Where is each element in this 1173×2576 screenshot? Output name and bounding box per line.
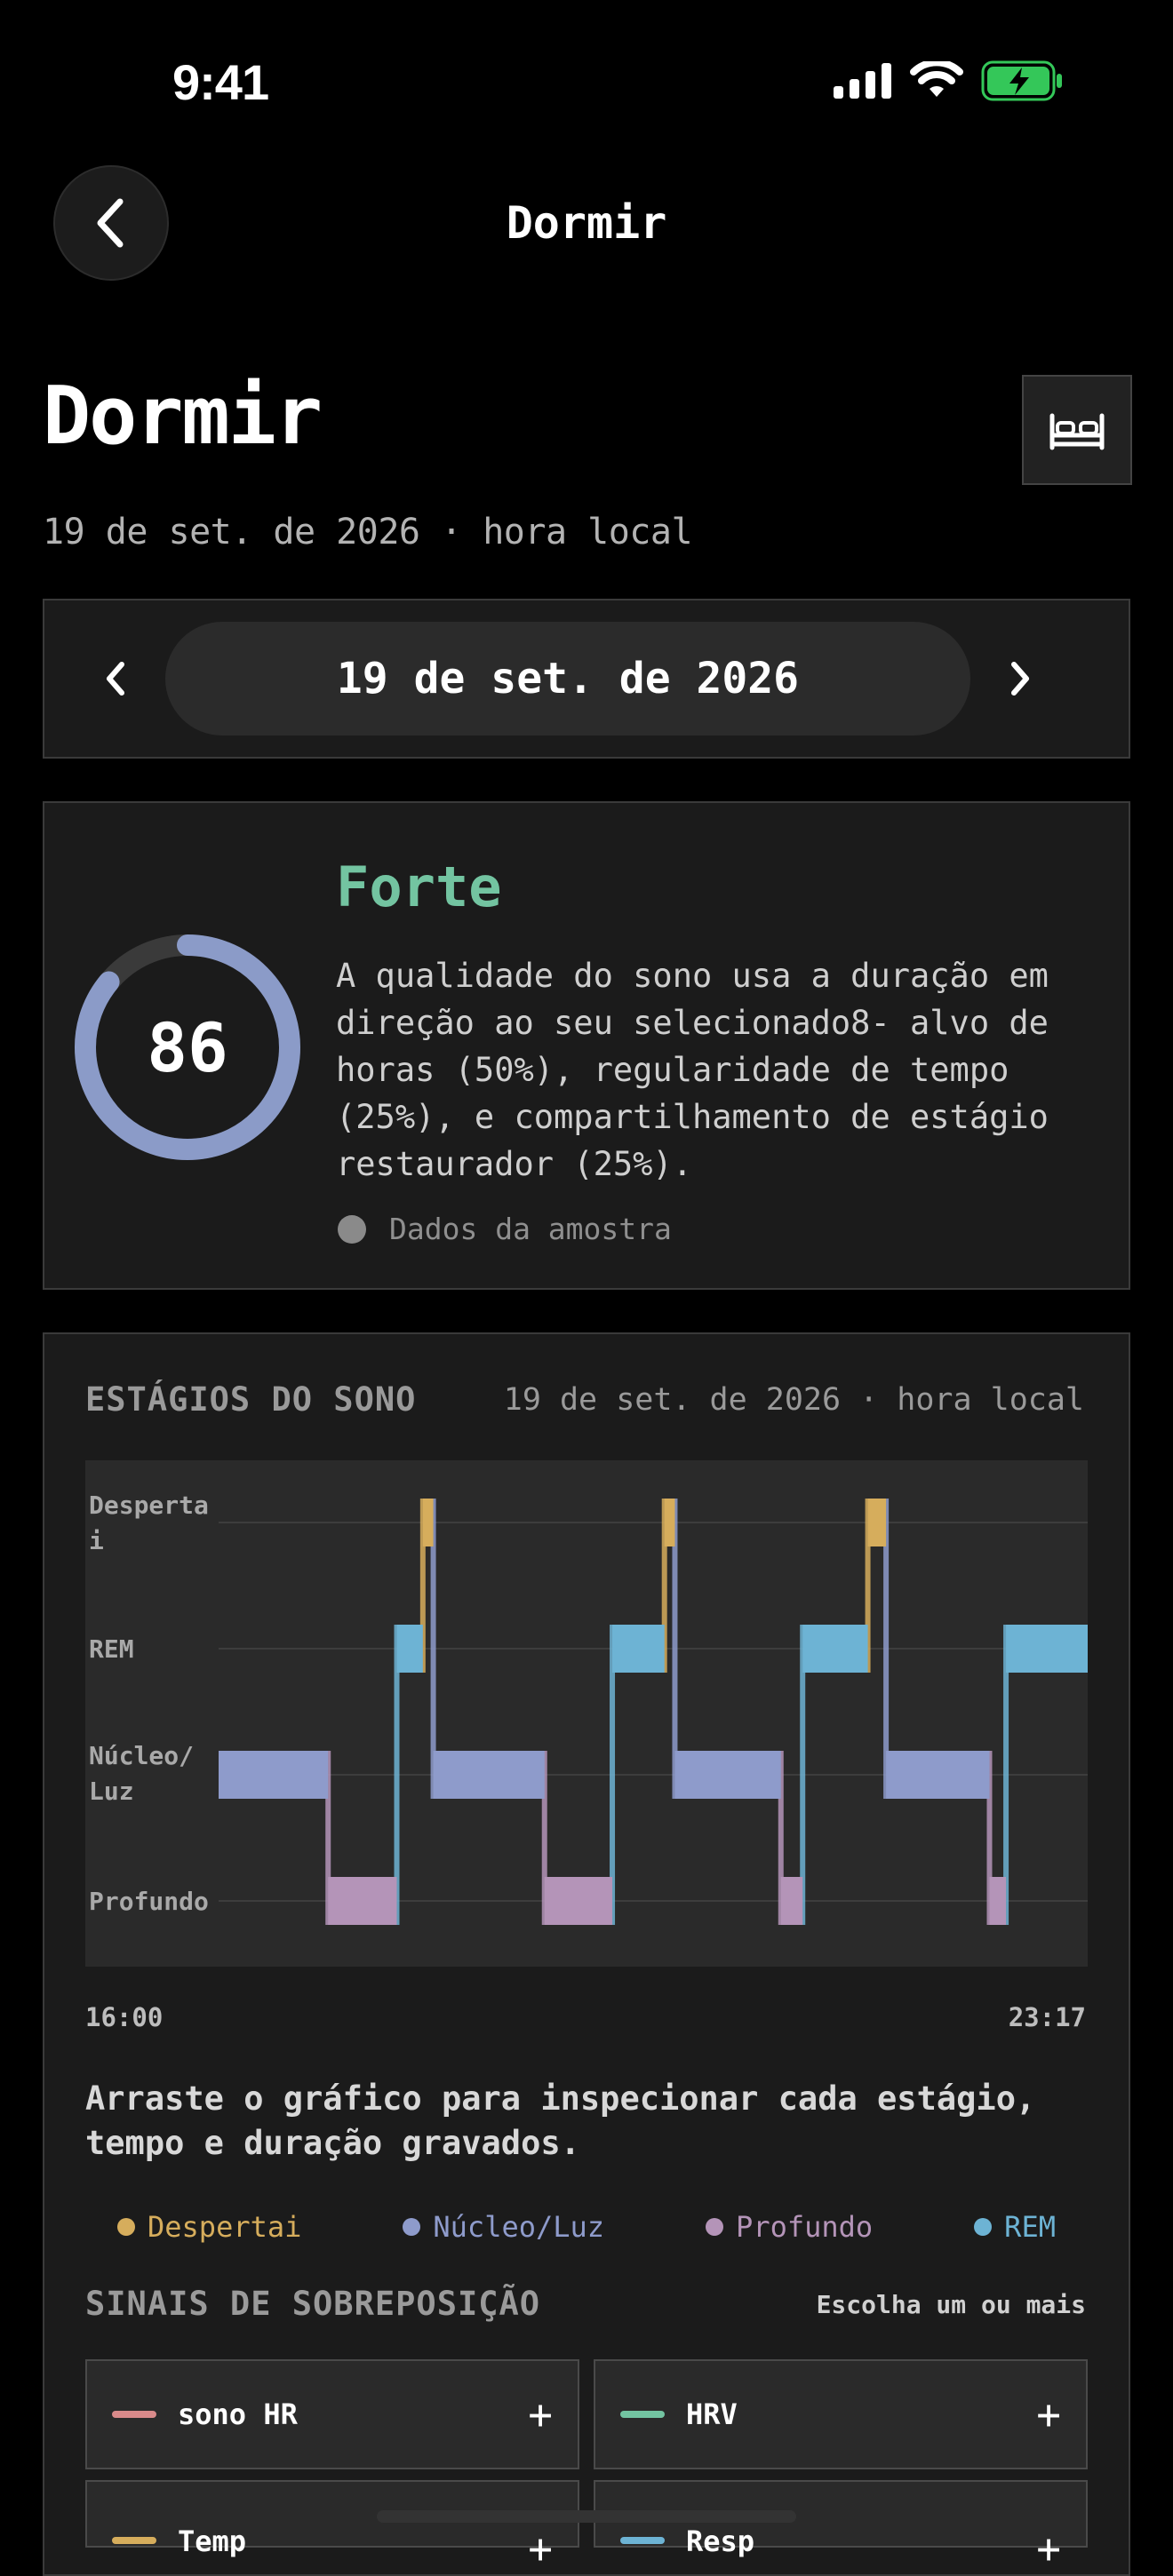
chart-hint: Arraste o gráfico para inspecionar cada … [85,2079,1036,2162]
chart-row-label: Profundo [89,1887,209,1916]
plus-icon: + [528,2524,553,2572]
stage-segment-nucleo-luz [219,1751,329,1799]
overlay-signals-title: SINAIS DE SOBREPOSIÇÃO [85,2285,541,2323]
legend-label: Profundo [736,2210,874,2244]
score-value: 86 [147,1007,228,1087]
legend-item-profundo: Profundo [706,2210,873,2244]
sleep-stages-title: ESTÁGIOS DO SONO [85,1380,417,1419]
chart-legend: Despertai Núcleo/Luz Profundo REM [85,2210,1088,2244]
legend-label: REM [1004,2210,1056,2244]
page-title: Dormir [43,370,323,463]
stage-segment-nucleo-luz [674,1751,781,1799]
stage-segment-profundo [780,1877,803,1925]
chevron-right-icon [1011,662,1029,696]
signal-color-line [112,2411,156,2418]
status-icons [834,60,1065,101]
signal-label: sono HR [178,2397,298,2431]
stage-segment-rem [612,1625,665,1673]
home-indicator[interactable] [377,2510,796,2523]
legend-item-nucleo-luz: Núcleo/Luz [403,2210,604,2244]
overlay-signals-hint: Escolha um ou mais [816,2290,1086,2319]
stage-segment-nucleo-luz [433,1751,545,1799]
page-subtitle: 19 de set. de 2026 · hora local [43,512,693,553]
stage-segment-nucleo-luz [886,1751,990,1799]
legend-dot [706,2218,724,2236]
stage-segment-rem [802,1625,868,1673]
score-description: A qualidade do sono usa a duração em dir… [336,957,1049,1183]
legend-item-rem: REM [974,2210,1056,2244]
battery-charging-icon [981,60,1062,101]
signal-label: Temp [178,2524,247,2558]
score-label: Forte [336,855,502,919]
legend-dot [403,2218,421,2236]
stage-segment-profundo [544,1877,613,1925]
signal-button-hrv[interactable]: HRV + [594,2359,1088,2469]
chart-axis-start: 16:00 [85,2002,164,2032]
legend-label: Núcleo/Luz [433,2210,605,2244]
chart-axis-end: 23:17 [1008,2002,1086,2032]
sleep-stages-chart-svg[interactable]: Desperta iREMNúcleo/LuzProfundo [85,1460,1088,1967]
stage-segment-despertai [664,1499,675,1546]
next-day-button[interactable] [985,643,1056,714]
stage-segment-despertai [422,1499,434,1546]
sample-data-dot [338,1215,366,1244]
plus-icon: + [1036,2390,1061,2438]
legend-item-despertai: Despertai [117,2210,301,2244]
signal-color-line [620,2411,665,2418]
legend-label: Despertai [148,2210,302,2244]
stage-segment-despertai [867,1499,887,1546]
wifi-icon [910,61,963,97]
legend-dot [117,2218,135,2236]
stage-segment-rem [1006,1625,1088,1673]
status-time: 9:41 [172,54,269,110]
legend-dot [974,2218,993,2236]
signal-button-sleep-hr[interactable]: sono HR + [85,2359,579,2469]
sleep-stages-chart[interactable]: Desperta i REM Núcleo/Luz Profundo [85,1460,1088,1967]
bed-icon [1049,413,1105,450]
sample-data-note: Dados da amostra [389,1212,672,1246]
chart-row-label: REM [89,1634,134,1664]
stage-segment-rem [396,1625,423,1673]
sleep-mode-button[interactable] [1022,375,1132,485]
sleep-stages-date: 19 de set. de 2026 · hora local [503,1382,1084,1418]
nav-title: Dormir [506,197,667,249]
chevron-left-icon [107,662,124,696]
signal-label: HRV [686,2397,738,2431]
date-picker-pill[interactable]: 19 de set. de 2026 [165,622,970,735]
cellular-signal-icon [834,63,891,99]
previous-day-button[interactable] [80,643,151,714]
signal-color-line [620,2537,665,2544]
plus-icon: + [1036,2524,1061,2572]
stage-segment-profundo [989,1877,1007,1925]
stage-segment-profundo [328,1877,397,1925]
plus-icon: + [528,2390,553,2438]
signal-color-line [112,2537,156,2544]
signal-label: Resp [686,2524,755,2558]
